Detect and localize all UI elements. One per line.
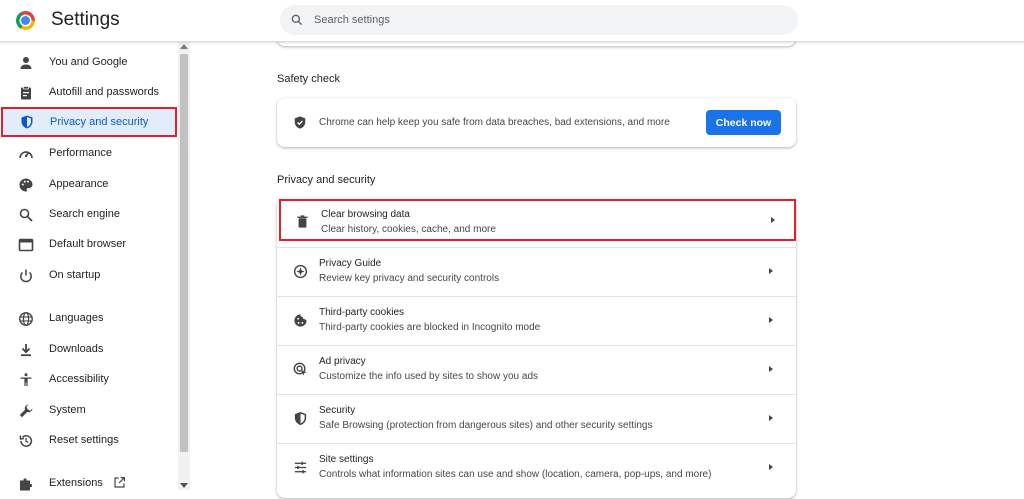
scroll-down-arrow-icon[interactable] <box>180 483 188 488</box>
site-settings-row[interactable]: Site settings Controls what information … <box>277 443 796 492</box>
clipboard-icon <box>21 86 31 100</box>
sidebar-item-downloads[interactable]: Downloads <box>0 335 176 365</box>
sidebar-item-label: Default browser <box>49 238 127 250</box>
safety-check-description: Chrome can help keep you safe from data … <box>319 117 670 128</box>
shield-icon <box>21 115 33 129</box>
privacy-security-card: Clear browsing data Clear history, cooki… <box>277 198 796 498</box>
chevron-right-icon <box>769 317 773 323</box>
search-input[interactable] <box>314 5 784 35</box>
row-subtitle: Customize the info used by sites to show… <box>319 371 539 382</box>
sidebar-item-default-browser[interactable]: Default browser <box>0 230 176 260</box>
row-subtitle: Review key privacy and security controls <box>319 273 500 284</box>
chrome-logo-icon <box>16 11 35 30</box>
chevron-right-icon <box>769 268 773 274</box>
compass-icon <box>293 264 308 279</box>
sidebar-item-label: Performance <box>49 147 112 159</box>
shield-icon <box>294 411 307 426</box>
clear-browsing-data-row[interactable]: Clear browsing data Clear history, cooki… <box>279 199 796 241</box>
globe-icon <box>19 312 33 326</box>
sidebar-item-label: Languages <box>49 312 104 324</box>
accessibility-icon <box>20 373 32 386</box>
row-title: Clear browsing data <box>321 209 410 220</box>
sidebar-item-performance[interactable]: Performance <box>0 139 176 169</box>
download-icon <box>21 344 31 357</box>
sidebar-item-system[interactable]: System <box>0 396 176 426</box>
sidebar: You and Google Autofill and passwords Pr… <box>0 42 178 491</box>
sidebar-item-on-startup[interactable]: On startup <box>0 261 176 291</box>
row-subtitle: Clear history, cookies, cache, and more <box>321 224 496 235</box>
cookie-icon <box>294 314 307 327</box>
sidebar-item-label: Autofill and passwords <box>49 86 160 98</box>
sidebar-item-reset-settings[interactable]: Reset settings <box>0 426 176 456</box>
privacy-guide-row[interactable]: Privacy Guide Review key privacy and sec… <box>277 247 796 296</box>
person-icon <box>20 57 32 69</box>
palette-icon <box>19 178 33 192</box>
check-now-button[interactable]: Check now <box>706 110 781 135</box>
sidebar-item-autofill[interactable]: Autofill and passwords <box>0 78 176 108</box>
ad-privacy-icon <box>293 362 307 376</box>
sidebar-item-label: Search engine <box>49 208 120 220</box>
third-party-cookies-row[interactable]: Third-party cookies Third-party cookies … <box>277 296 796 345</box>
external-link-icon <box>114 477 125 488</box>
sidebar-item-search-engine[interactable]: Search engine <box>0 200 176 230</box>
search-box[interactable] <box>280 5 798 35</box>
sidebar-item-label: Downloads <box>49 343 104 355</box>
sidebar-item-label: On startup <box>49 269 101 281</box>
power-icon <box>20 269 32 283</box>
row-subtitle: Controls what information sites can use … <box>319 469 712 480</box>
safety-check-heading: Safety check <box>277 73 340 85</box>
row-title: Ad privacy <box>319 356 366 367</box>
browser-icon <box>18 238 34 252</box>
row-title: Site settings <box>319 454 374 465</box>
row-title: Privacy Guide <box>319 258 382 269</box>
privacy-security-heading: Privacy and security <box>277 174 376 186</box>
row-subtitle: Safe Browsing (protection from dangerous… <box>319 420 653 431</box>
row-subtitle: Third-party cookies are blocked in Incog… <box>319 322 541 333</box>
sidebar-item-label: System <box>49 404 86 416</box>
chevron-right-icon <box>771 217 775 223</box>
sidebar-item-label: Appearance <box>49 178 109 190</box>
reset-icon <box>19 435 33 447</box>
speedometer-icon <box>19 151 33 159</box>
trash-icon <box>297 215 308 228</box>
page-title: Settings <box>51 9 120 30</box>
scroll-up-arrow-icon[interactable] <box>180 44 188 49</box>
sidebar-item-you-and-google[interactable]: You and Google <box>0 48 176 78</box>
sidebar-item-languages[interactable]: Languages <box>0 304 176 334</box>
security-row[interactable]: Security Safe Browsing (protection from … <box>277 394 796 443</box>
safety-check-card: Chrome can help keep you safe from data … <box>277 98 796 147</box>
sidebar-scrollbar-thumb[interactable] <box>180 54 188 452</box>
ad-privacy-row[interactable]: Ad privacy Customize the info used by si… <box>277 345 796 394</box>
shield-check-icon <box>294 116 306 129</box>
sidebar-item-extensions[interactable]: Extensions <box>0 469 176 499</box>
sidebar-item-label: Extensions <box>49 477 103 489</box>
chevron-right-icon <box>769 366 773 372</box>
sidebar-item-label: You and Google <box>49 56 128 68</box>
chevron-right-icon <box>769 464 773 470</box>
sidebar-item-privacy-and-security[interactable]: Privacy and security <box>1 107 177 137</box>
sidebar-item-accessibility[interactable]: Accessibility <box>0 365 176 395</box>
sidebar-item-label: Privacy and security <box>50 116 149 128</box>
sidebar-item-appearance[interactable]: Appearance <box>0 170 176 200</box>
top-bar: Settings <box>0 0 1024 42</box>
row-title: Security <box>319 405 356 416</box>
sidebar-item-label: Reset settings <box>49 434 119 446</box>
sliders-icon <box>294 461 307 474</box>
wrench-icon <box>19 404 33 418</box>
search-icon <box>291 14 303 26</box>
search-icon <box>19 208 33 222</box>
sidebar-item-label: Accessibility <box>49 373 109 385</box>
row-title: Third-party cookies <box>319 307 405 318</box>
chevron-right-icon <box>769 415 773 421</box>
